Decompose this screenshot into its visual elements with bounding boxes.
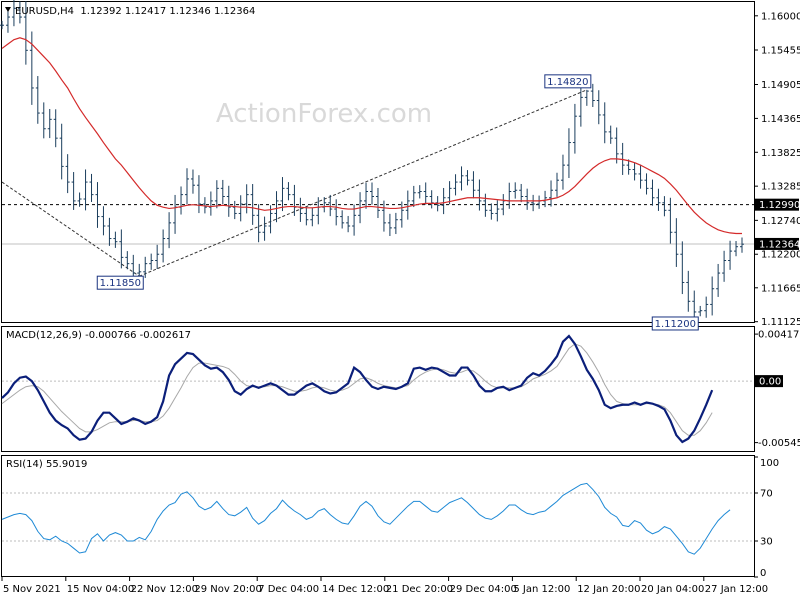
current-price-tag: 1.12364 xyxy=(755,237,800,250)
x-tick-label: 5 Nov 2021 xyxy=(3,584,61,595)
x-tick-label: 29 Nov 20:00 xyxy=(194,584,261,595)
price-y-tick-label: 1.16000 xyxy=(761,11,800,22)
current-price-tag-label: 1.12364 xyxy=(759,239,800,250)
price-y-tick-label: 1.12200 xyxy=(761,250,800,261)
price-y-tick-label: 1.14365 xyxy=(761,114,800,125)
rsi-header-text: RSI(14) 55.9019 xyxy=(6,459,87,470)
price-y-tick-label: 1.14905 xyxy=(761,80,800,91)
annotation-1.11200: 1.11200 xyxy=(651,316,699,331)
price-y-tick-label: 1.12740 xyxy=(761,216,800,227)
rsi-y-tick-label: 100 xyxy=(760,458,779,469)
x-tick-label: 27 Jan 12:00 xyxy=(705,584,768,595)
x-tick-label: 7 Dec 04:00 xyxy=(258,584,319,595)
x-tick-label: 20 Jan 04:00 xyxy=(641,584,704,595)
dashed-level-tag: 1.12990 xyxy=(755,198,800,211)
price-y-tick-label: 1.15455 xyxy=(761,46,800,57)
x-tick-label: 21 Dec 20:00 xyxy=(386,584,453,595)
x-tick-label: 22 Nov 12:00 xyxy=(131,584,198,595)
x-tick-label: 5 Jan 12:00 xyxy=(513,584,570,595)
annotation-label: 1.11850 xyxy=(100,278,141,289)
price-header: EURUSD,H4 1.12392 1.12417 1.12346 1.1236… xyxy=(5,6,255,17)
dashed-level-tag-label: 1.12990 xyxy=(759,200,800,211)
x-tick-label: 12 Jan 20:00 xyxy=(577,584,640,595)
price-header-text: EURUSD,H4 1.12392 1.12417 1.12346 1.1236… xyxy=(15,6,255,17)
macd-current-tag-label: 0.00 xyxy=(759,377,781,388)
macd-current-tag: 0.00 xyxy=(755,375,783,388)
chart-svg: ActionForex.com 1.11850 1.14820 1.11200 1.… xyxy=(0,0,800,595)
annotation-1.14820: 1.14820 xyxy=(544,74,592,89)
x-tick-label: 14 Dec 12:00 xyxy=(322,584,389,595)
macd-header-text: MACD(12,26,9) -0.000766 -0.002617 xyxy=(6,330,191,341)
price-y-tick-label: 1.11665 xyxy=(761,283,800,294)
macd-y-tick-label: -0.005456 xyxy=(758,438,800,449)
annotation-label: 1.11200 xyxy=(655,319,696,330)
rsi-y-tick-label: 0 xyxy=(760,568,766,579)
macd-y-tick-label: 0.00417 xyxy=(758,330,799,341)
price-y-tick-label: 1.13825 xyxy=(761,148,800,159)
price-panel-frame xyxy=(1,1,755,323)
x-tick-label: 29 Dec 04:00 xyxy=(450,584,517,595)
price-y-tick-label: 1.13285 xyxy=(761,182,800,193)
price-y-tick-label: 1.11125 xyxy=(761,317,800,328)
rsi-y-tick-label: 70 xyxy=(760,489,773,500)
rsi-y-tick-label: 30 xyxy=(760,537,773,548)
annotation-label: 1.14820 xyxy=(547,77,588,88)
x-tick-label: 15 Nov 04:00 xyxy=(67,584,134,595)
watermark: ActionForex.com xyxy=(216,99,432,129)
annotation-1.11850: 1.11850 xyxy=(96,275,144,290)
chart-root: ActionForex.com 1.11850 1.14820 1.11200 1.… xyxy=(0,0,800,600)
